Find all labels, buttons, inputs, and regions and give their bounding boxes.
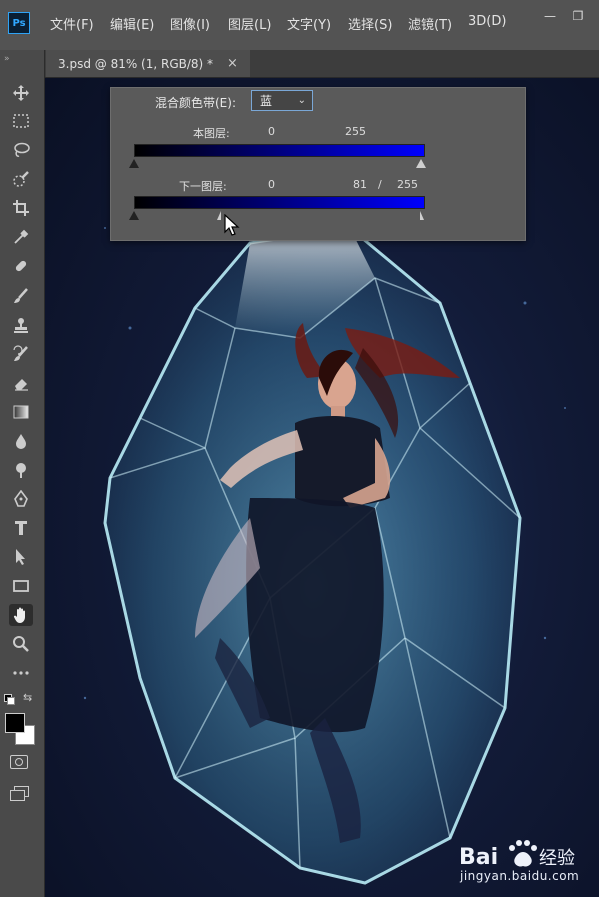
tab-close-icon[interactable]: ×	[227, 56, 238, 71]
menu-filter[interactable]: 滤镜(T)	[408, 14, 452, 33]
blend-if-channel-value: 蓝	[260, 94, 273, 108]
menu-type[interactable]: 文字(Y)	[287, 14, 331, 33]
document-tab-bar: 3.psd @ 81% (1, RGB/8) * ×	[45, 50, 599, 78]
path-select-icon[interactable]	[9, 546, 33, 568]
window-controls: — ❐	[539, 8, 589, 24]
underlying-layer-gradient-bar	[134, 196, 425, 209]
this-layer-black-slider[interactable]	[129, 159, 139, 168]
underlying-layer-white-slider[interactable]	[420, 211, 424, 220]
document-tab-title: 3.psd @ 81% (1, RGB/8) *	[58, 56, 214, 71]
crop-icon[interactable]	[9, 197, 33, 219]
lasso-icon[interactable]	[9, 139, 33, 161]
photoshop-logo[interactable]: Ps	[8, 12, 30, 34]
menu-3d[interactable]: 3D(D)	[468, 14, 506, 29]
blend-if-label: 混合颜色带(E):	[155, 96, 236, 110]
restore-button[interactable]: ❐	[567, 8, 589, 24]
foreground-color-swatch[interactable]	[5, 713, 25, 733]
menu-image[interactable]: 图像(I)	[170, 14, 210, 33]
swap-colors-icon[interactable]: ⇆	[23, 691, 32, 704]
stamp-icon[interactable]	[9, 314, 33, 336]
gradient-icon[interactable]	[9, 401, 33, 423]
marquee-icon[interactable]	[9, 110, 33, 132]
history-brush-icon[interactable]	[9, 343, 33, 365]
brush-icon[interactable]	[9, 285, 33, 307]
svg-text:Bai: Bai	[459, 845, 498, 870]
expand-toolbar-icon[interactable]: »	[4, 54, 9, 64]
this-layer-low-value: 0	[268, 125, 275, 138]
zoom-icon[interactable]	[9, 633, 33, 655]
eraser-icon[interactable]	[9, 372, 33, 394]
mouse-cursor-icon	[224, 214, 240, 236]
blend-if-channel-select[interactable]: 蓝 ⌄	[251, 90, 313, 111]
healing-brush-icon[interactable]	[9, 255, 33, 277]
more-icon[interactable]	[9, 662, 33, 684]
underlying-layer-split-value: 81	[353, 178, 367, 191]
pen-icon[interactable]	[9, 488, 33, 510]
this-layer-white-slider[interactable]	[416, 159, 426, 168]
menu-layer[interactable]: 图层(L)	[228, 14, 271, 33]
screen-mode-icon[interactable]	[10, 786, 29, 801]
blend-if-panel: 混合颜色带(E): 蓝 ⌄ 本图层: 0 255 下一图层: 0 81 / 25…	[110, 87, 526, 241]
hand-icon[interactable]	[9, 604, 33, 626]
rectangle-icon[interactable]	[9, 575, 33, 597]
menu-file[interactable]: 文件(F)	[50, 14, 94, 33]
menu-select[interactable]: 选择(S)	[348, 14, 392, 33]
baidu-jingyan-logo: Bai 经验	[459, 840, 575, 870]
svg-text:经验: 经验	[539, 848, 575, 869]
quick-mask-icon[interactable]	[10, 755, 28, 769]
blur-icon[interactable]	[9, 430, 33, 452]
move-icon[interactable]	[9, 82, 33, 104]
chevron-down-icon: ⌄	[297, 95, 306, 106]
type-icon[interactable]	[9, 517, 33, 539]
underlying-layer-black-slider[interactable]	[129, 211, 139, 220]
dodge-icon[interactable]	[9, 459, 33, 481]
underlying-layer-high-value: 255	[397, 178, 418, 191]
this-layer-high-value: 255	[345, 125, 366, 138]
quick-select-icon[interactable]	[9, 168, 33, 190]
default-colors-icon[interactable]	[4, 694, 15, 705]
underlying-layer-separator: /	[378, 178, 382, 191]
document-tab[interactable]: 3.psd @ 81% (1, RGB/8) * ×	[46, 50, 250, 77]
underlying-layer-low-value: 0	[268, 178, 275, 191]
this-layer-label: 本图层:	[193, 127, 230, 140]
menu-bar: Ps 文件(F) 编辑(E) 图像(I) 图层(L) 文字(Y) 选择(S) 滤…	[0, 0, 599, 50]
this-layer-gradient-bar	[134, 144, 425, 157]
watermark-url: jingyan.baidu.com	[460, 869, 580, 883]
minimize-button[interactable]: —	[539, 8, 561, 24]
eyedropper-icon[interactable]	[9, 226, 33, 248]
underlying-layer-label: 下一图层:	[179, 180, 227, 193]
tools-panel: » ⇆	[0, 50, 45, 897]
menu-edit[interactable]: 编辑(E)	[110, 14, 154, 33]
